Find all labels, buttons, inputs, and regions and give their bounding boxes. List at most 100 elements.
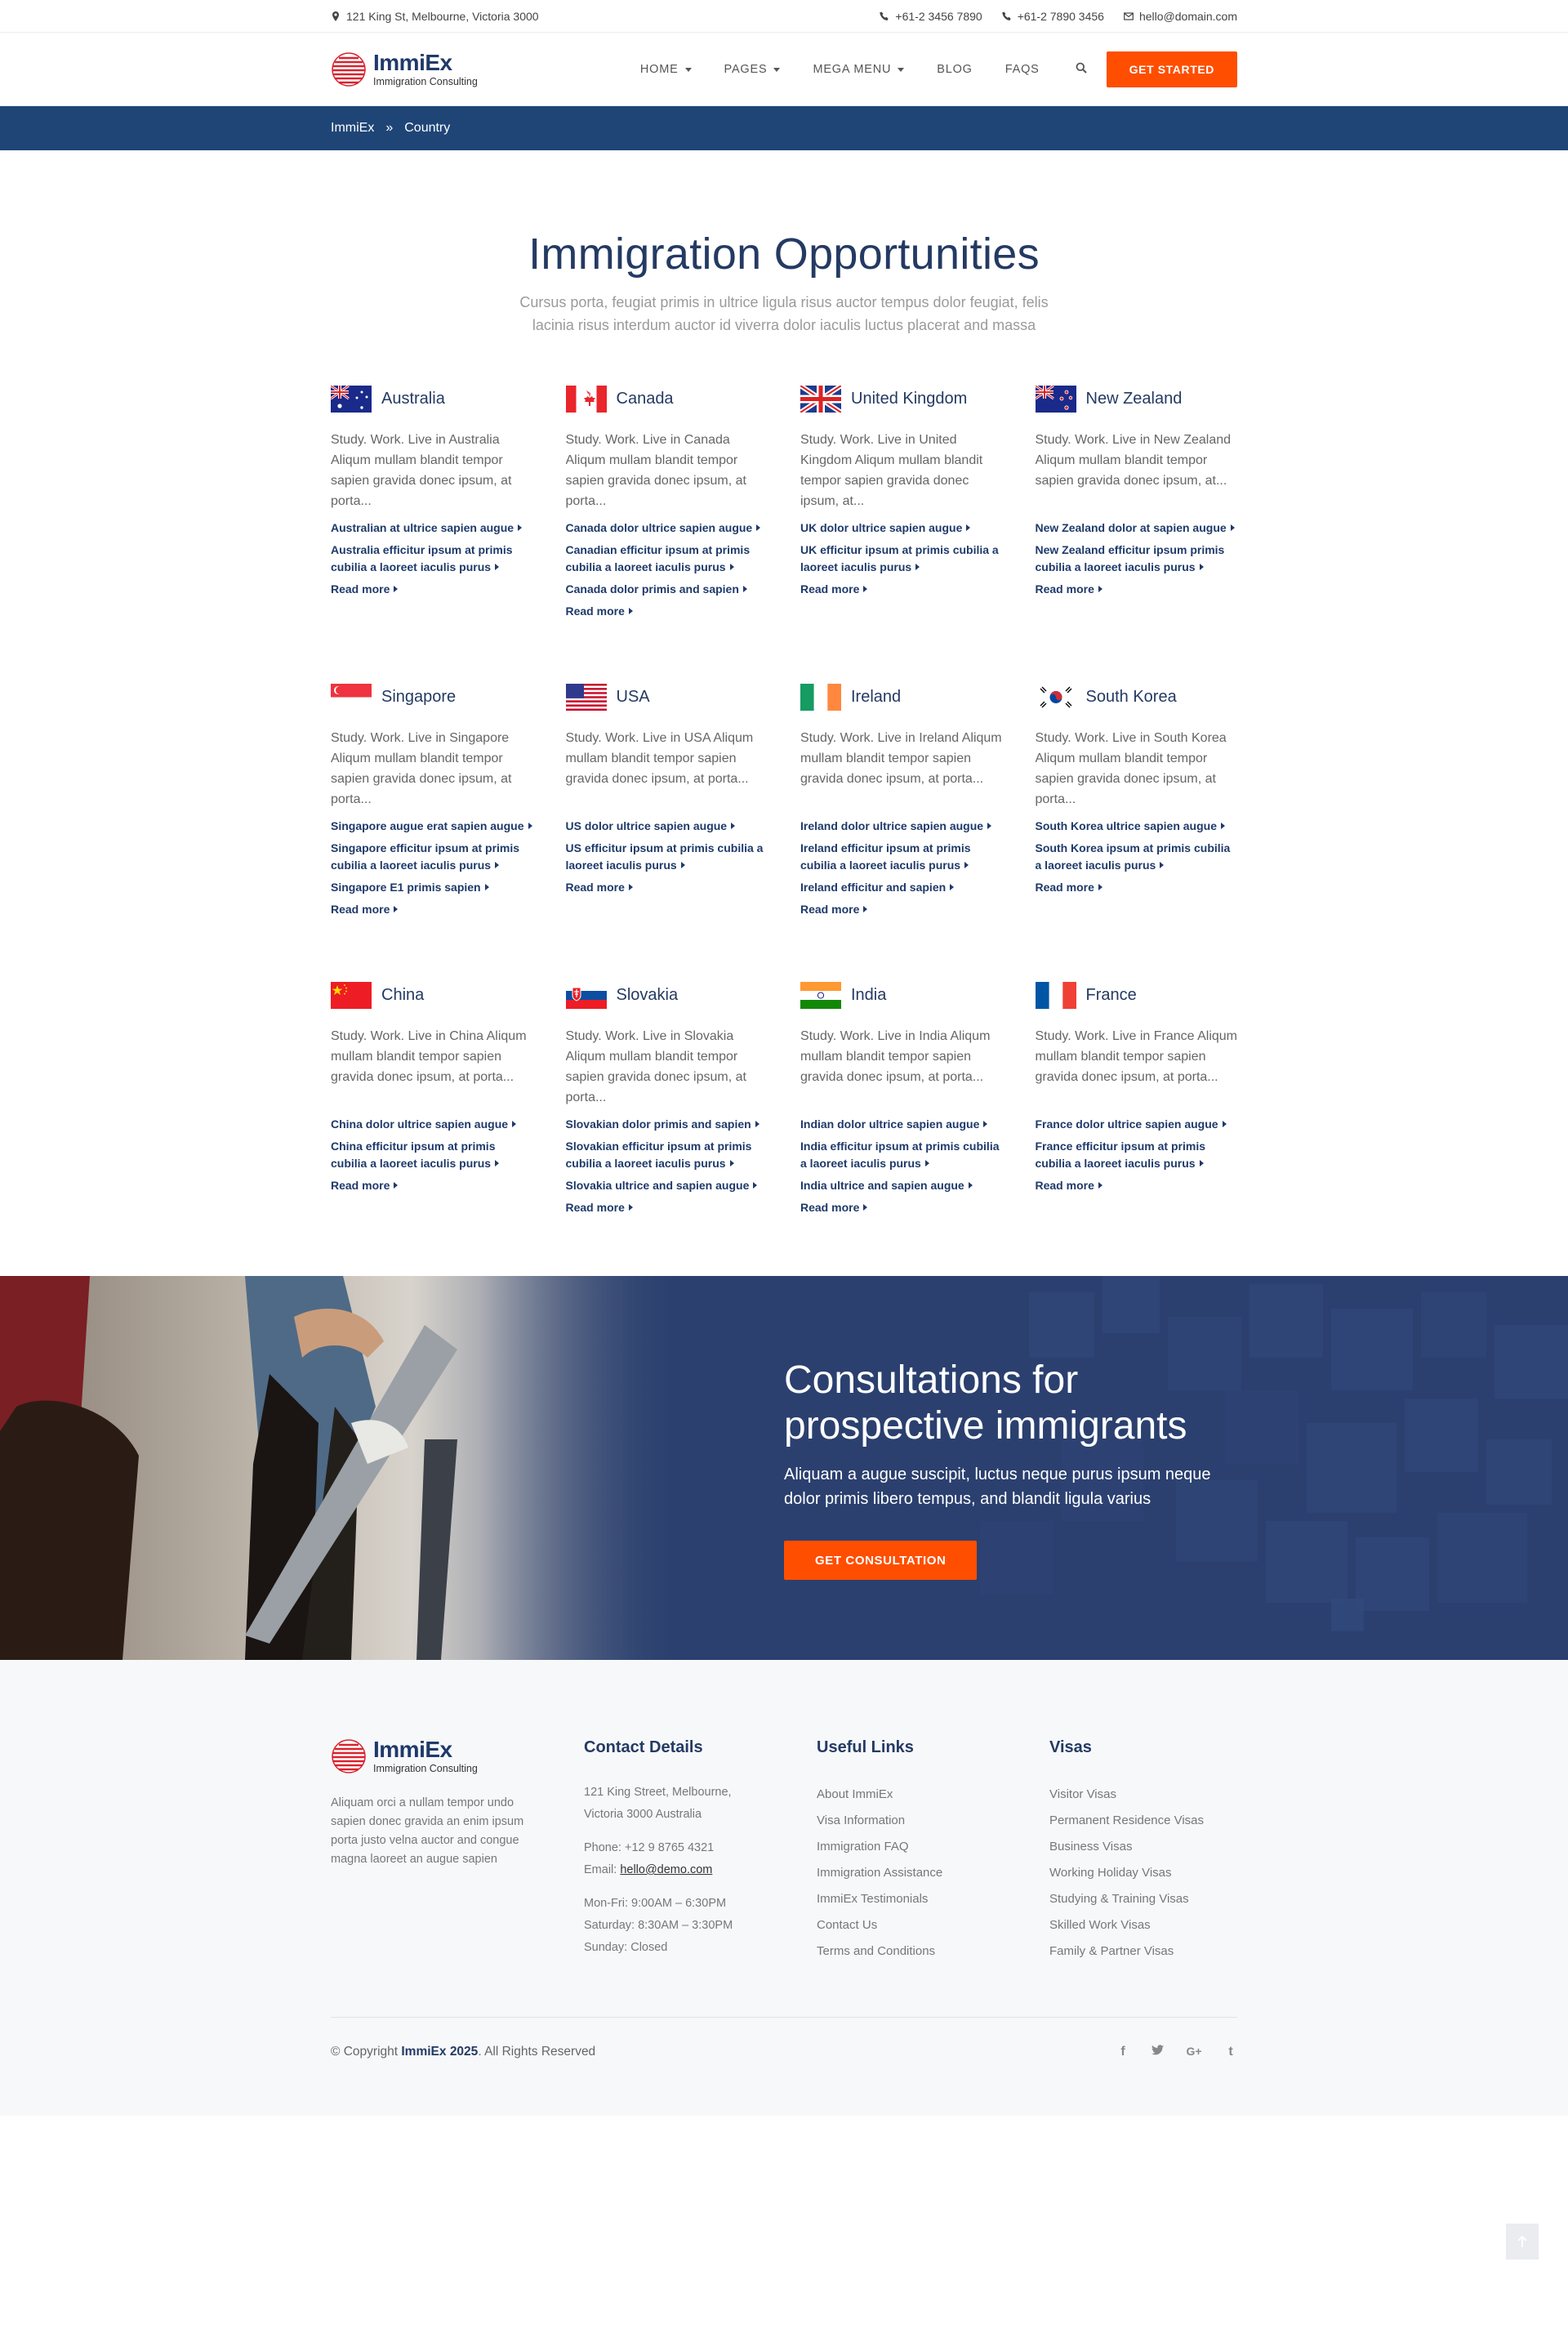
footer-logo[interactable]: ImmiEx Immigration Consulting [331, 1738, 584, 1774]
logo[interactable]: ImmiEx Immigration Consulting [331, 51, 478, 87]
read-more-link[interactable]: Read more [566, 603, 768, 620]
country-title-usa[interactable]: USA [565, 682, 768, 712]
footer-useful-link[interactable]: Immigration FAQ [817, 1834, 1049, 1860]
footer-useful-link[interactable]: About ImmiEx [817, 1782, 1049, 1808]
country-title-canada[interactable]: Canada [565, 384, 768, 413]
read-more-link[interactable]: Read more [1036, 1177, 1238, 1194]
country-link[interactable]: New Zealand dolor at sapien augue [1036, 520, 1238, 537]
country-link[interactable]: Ireland efficitur ipsum at primis cubili… [800, 840, 1003, 874]
country-link[interactable]: Slovakian efficitur ipsum at primis cubi… [566, 1138, 768, 1172]
country-link[interactable]: India efficitur ipsum at primis cubilia … [800, 1138, 1003, 1172]
country-title-france[interactable]: France [1035, 980, 1238, 1010]
new-zealand-flag-icon [1035, 385, 1076, 413]
read-more-link[interactable]: Read more [800, 581, 1003, 598]
read-more-link[interactable]: Read more [331, 1177, 533, 1194]
email-link[interactable]: hello@domain.com [1124, 10, 1237, 23]
country-title-united-kingdom[interactable]: United Kingdom [800, 384, 1003, 413]
country-link[interactable]: France dolor ultrice sapien augue [1036, 1116, 1238, 1133]
consultation-banner: Consultations for prospective immigrants… [0, 1276, 1568, 1660]
country-link[interactable]: Australian at ultrice sapien augue [331, 520, 533, 537]
nav-faqs[interactable]: FAQS [989, 63, 1056, 76]
twitter-icon[interactable] [1151, 2045, 1164, 2059]
read-more-link[interactable]: Read more [566, 1199, 768, 1216]
country-link[interactable]: Australia efficitur ipsum at primis cubi… [331, 542, 533, 576]
footer-visa-link[interactable]: Permanent Residence Visas [1049, 1808, 1237, 1834]
country-title-slovakia[interactable]: Slovakia [565, 980, 768, 1010]
footer-visa-link[interactable]: Visitor Visas [1049, 1782, 1237, 1808]
country-link[interactable]: China efficitur ipsum at primis cubilia … [331, 1138, 533, 1172]
country-link[interactable]: New Zealand efficitur ipsum primis cubil… [1036, 542, 1238, 576]
country-link[interactable]: Ireland dolor ultrice sapien augue [800, 818, 1003, 835]
read-more-link[interactable]: Read more [1036, 879, 1238, 896]
country-link[interactable]: India ultrice and sapien augue [800, 1177, 1003, 1194]
country-link[interactable]: Singapore efficitur ipsum at primis cubi… [331, 840, 533, 874]
caret-right-icon [863, 586, 868, 592]
footer-useful-link[interactable]: Visa Information [817, 1808, 1049, 1834]
read-more-link[interactable]: Read more [566, 879, 768, 896]
country-title-china[interactable]: China [331, 980, 533, 1010]
country-link[interactable]: Canada dolor primis and sapien [566, 581, 768, 598]
country-title-australia[interactable]: Australia [331, 384, 533, 413]
country-title-new-zealand[interactable]: New Zealand [1035, 384, 1238, 413]
nav-mega-menu[interactable]: MEGA MENU [796, 63, 920, 76]
country-title-singapore[interactable]: Singapore [331, 682, 533, 712]
country-link[interactable]: South Korea ipsum at primis cubilia a la… [1036, 840, 1238, 874]
footer-useful-link[interactable]: ImmiEx Testimonials [817, 1886, 1049, 1912]
country-link[interactable]: UK efficitur ipsum at primis cubilia a l… [800, 542, 1003, 576]
footer-useful-link[interactable]: Terms and Conditions [817, 1938, 1049, 1965]
footer-visa-link[interactable]: Studying & Training Visas [1049, 1886, 1237, 1912]
breadcrumb-current: Country [404, 121, 451, 135]
caret-right-icon [495, 564, 500, 570]
country-link[interactable]: Canada dolor ultrice sapien augue [566, 520, 768, 537]
footer-useful-link[interactable]: Contact Us [817, 1912, 1049, 1938]
footer-visa-link[interactable]: Family & Partner Visas [1049, 1938, 1237, 1965]
country-name: China [381, 985, 425, 1004]
country-link[interactable]: Canadian efficitur ipsum at primis cubil… [566, 542, 768, 576]
tumblr-icon[interactable]: t [1224, 2045, 1237, 2059]
footer-useful-link[interactable]: Immigration Assistance [817, 1860, 1049, 1886]
get-started-button[interactable]: GET STARTED [1106, 51, 1237, 87]
phone-1[interactable]: +61-2 3456 7890 [880, 10, 982, 23]
footer-visa-link[interactable]: Working Holiday Visas [1049, 1860, 1237, 1886]
google-plus-icon[interactable]: G+ [1185, 2045, 1203, 2059]
country-link[interactable]: Singapore E1 primis sapien [331, 879, 533, 896]
nav-home[interactable]: HOME [624, 63, 708, 76]
caret-right-icon [394, 1182, 399, 1189]
country-link[interactable]: Slovakian dolor primis and sapien [566, 1116, 768, 1133]
read-more-link[interactable]: Read more [331, 581, 533, 598]
footer-visas: Visas Visitor Visas Permanent Residence V… [1049, 1738, 1237, 1965]
consultation-content: Consultations for prospective immigrants… [784, 1358, 1241, 1580]
country-title-india[interactable]: India [800, 980, 1003, 1010]
country-link[interactable]: US efficitur ipsum at primis cubilia a l… [566, 840, 768, 874]
read-more-link[interactable]: Read more [331, 901, 533, 918]
nav-pages[interactable]: PAGES [708, 63, 797, 76]
footer-contact: Contact Details 121 King Street, Melbour… [584, 1738, 817, 1965]
get-consultation-button[interactable]: GET CONSULTATION [784, 1541, 978, 1580]
phone-2[interactable]: +61-2 7890 3456 [1001, 10, 1104, 23]
country-link[interactable]: Singapore augue erat sapien augue [331, 818, 533, 835]
read-more-link[interactable]: Read more [800, 901, 1003, 918]
scroll-to-top-button[interactable] [1506, 2224, 1539, 2260]
country-description: Study. Work. Live in France Aliqum mulla… [1035, 1029, 1238, 1084]
country-link[interactable]: South Korea ultrice sapien augue [1036, 818, 1238, 835]
caret-right-icon [628, 884, 633, 890]
facebook-icon[interactable]: f [1116, 2045, 1129, 2059]
country-link[interactable]: Ireland efficitur and sapien [800, 879, 1003, 896]
country-link[interactable]: China dolor ultrice sapien augue [331, 1116, 533, 1133]
read-more-link[interactable]: Read more [800, 1199, 1003, 1216]
country-link[interactable]: France efficitur ipsum at primis cubilia… [1036, 1138, 1238, 1172]
country-links: Australian at ultrice sapien augue Austra… [331, 520, 533, 598]
footer-visa-link[interactable]: Skilled Work Visas [1049, 1912, 1237, 1938]
country-link[interactable]: UK dolor ultrice sapien augue [800, 520, 1003, 537]
country-link[interactable]: Indian dolor ultrice sapien augue [800, 1116, 1003, 1133]
search-button[interactable] [1056, 62, 1107, 78]
footer-visa-link[interactable]: Business Visas [1049, 1834, 1237, 1860]
contact-email-link[interactable]: hello@demo.com [620, 1863, 712, 1876]
read-more-link[interactable]: Read more [1036, 581, 1238, 598]
country-link[interactable]: US dolor ultrice sapien augue [566, 818, 768, 835]
country-link[interactable]: Slovakia ultrice and sapien augue [566, 1177, 768, 1194]
country-title-ireland[interactable]: Ireland [800, 682, 1003, 712]
breadcrumb-home[interactable]: ImmiEx [331, 121, 374, 136]
country-title-south-korea[interactable]: South Korea [1035, 682, 1238, 712]
nav-blog[interactable]: BLOG [920, 63, 989, 76]
